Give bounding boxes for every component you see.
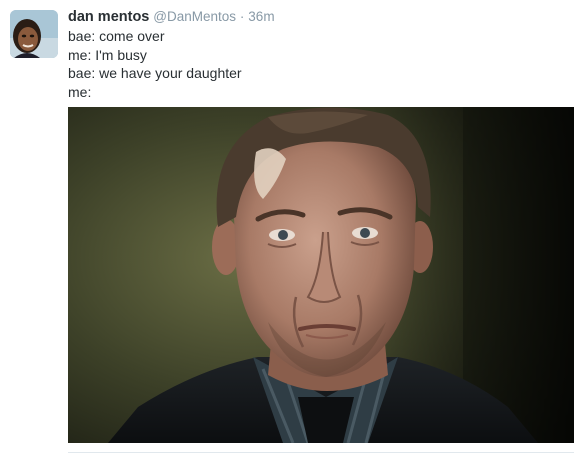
divider	[68, 452, 574, 453]
photo-man-worried-expression-icon	[68, 107, 574, 443]
tweet-text-line: me:	[68, 83, 92, 100]
tweet-photo[interactable]	[68, 107, 574, 443]
tweet-text: bae: come over me: I'm busy bae: we have…	[68, 27, 578, 101]
tweet-text-line: me: I'm busy	[68, 46, 147, 63]
profile-avatar-icon	[10, 10, 58, 58]
tweet: dan mentos @DanMentos · 36m bae: come ov…	[0, 0, 585, 455]
tweet-text-line: bae: come over	[68, 28, 165, 44]
header-separator: ·	[239, 9, 245, 24]
author-username[interactable]: @DanMentos	[153, 9, 236, 24]
tweet-content: dan mentos @DanMentos · 36m bae: come ov…	[68, 6, 578, 101]
tweet-timestamp[interactable]: 36m	[248, 9, 274, 24]
avatar[interactable]	[10, 10, 58, 58]
author-fullname[interactable]: dan mentos	[68, 9, 149, 25]
tweet-text-line: bae: we have your daughter	[68, 65, 242, 81]
tweet-header: dan mentos @DanMentos · 36m	[68, 6, 578, 27]
